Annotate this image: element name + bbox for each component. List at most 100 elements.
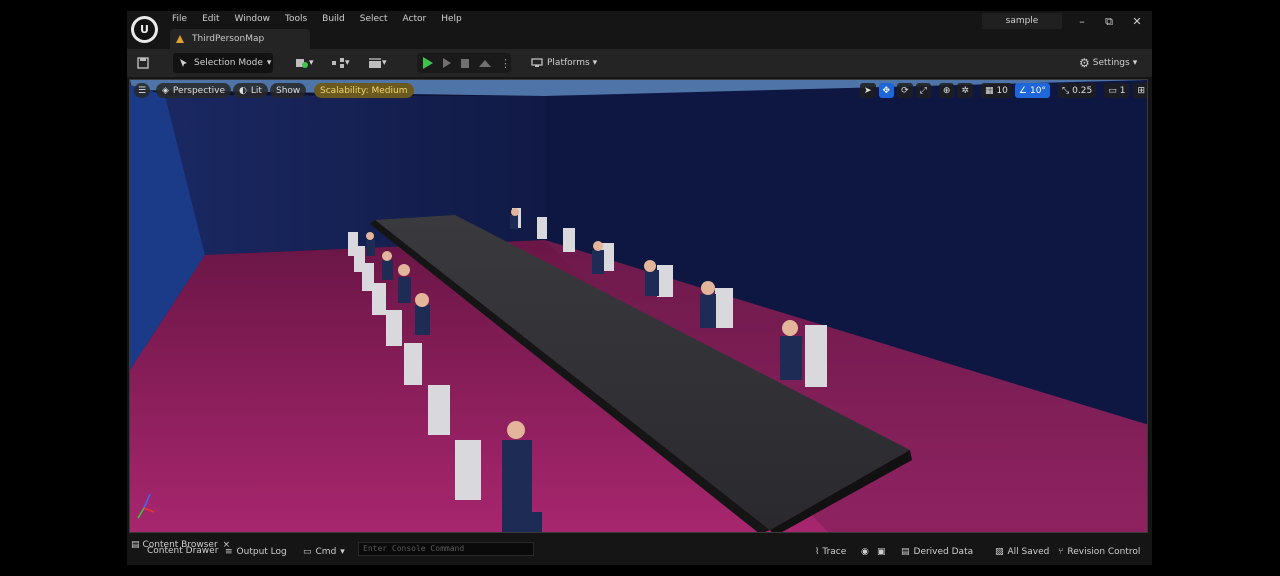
branch-icon: ⑂: [1058, 547, 1064, 557]
chevron-down-icon: ▾: [592, 58, 598, 68]
scale-snap-toggle[interactable]: ⤡ 0.25: [1057, 83, 1097, 98]
perspective-button[interactable]: ◈ Perspective: [156, 83, 232, 98]
angle-icon: ∠: [1018, 85, 1027, 96]
save-button[interactable]: [137, 53, 153, 73]
translate-tool-icon[interactable]: ✥: [878, 83, 895, 98]
menu-tools[interactable]: Tools: [285, 13, 307, 25]
rotation-snap-toggle[interactable]: ∠ 10°: [1014, 83, 1050, 98]
blueprint-button[interactable]: ▾: [331, 53, 357, 73]
menu-select[interactable]: Select: [360, 13, 388, 25]
derived-data-label: Derived Data: [913, 547, 974, 557]
lit-label: Lit: [250, 85, 262, 96]
cube-icon: ◈: [162, 85, 169, 96]
cinematics-button[interactable]: ▾: [368, 53, 394, 73]
derived-data-button[interactable]: ▤ Derived Data: [901, 543, 973, 561]
selection-mode-label: Selection Mode: [194, 58, 263, 68]
log-icon: ≡: [225, 547, 233, 557]
revision-control-button[interactable]: ⑂ Revision Control: [1058, 543, 1140, 561]
menu-edit[interactable]: Edit: [202, 13, 219, 25]
maximize-viewport-icon[interactable]: ⊞: [1133, 83, 1147, 98]
settings-dropdown[interactable]: ⚙ Settings ▾: [1079, 53, 1137, 73]
screenshot-button[interactable]: ▣: [877, 543, 886, 561]
scale-snap-value: 0.25: [1072, 85, 1093, 96]
camera-icon: ▭: [1108, 85, 1117, 96]
tab-label: ThirdPersonMap: [192, 34, 265, 44]
camera-speed-value: 1: [1119, 85, 1126, 96]
selection-mode-dropdown[interactable]: Selection Mode ▾: [173, 53, 273, 73]
add-actor-button[interactable]: ▾: [295, 53, 321, 73]
menu-bar: File Edit Window Tools Build Select Acto…: [172, 13, 477, 25]
grid-snap-value: 10: [996, 85, 1008, 96]
blueprint-icon: [332, 58, 344, 68]
trace-icon: ⌇: [815, 547, 820, 557]
chevron-down-icon: ▾: [1132, 58, 1138, 68]
gear-icon: ⚙: [1079, 56, 1090, 70]
scale-tool-icon[interactable]: ⤢: [915, 83, 931, 98]
view-mode-button[interactable]: ◐ Lit: [233, 83, 268, 98]
trace-button[interactable]: ⌇ Trace: [815, 543, 846, 561]
revision-control-label: Revision Control: [1067, 547, 1141, 557]
surface-snap-icon[interactable]: ✲: [957, 83, 973, 98]
platforms-label: Platforms: [547, 58, 590, 68]
rotate-tool-icon[interactable]: ⟳: [897, 83, 913, 98]
terminal-icon: ▭: [303, 547, 312, 557]
eject-icon[interactable]: [479, 59, 491, 67]
save-icon: [137, 57, 149, 69]
perspective-label: Perspective: [172, 85, 226, 96]
menu-window[interactable]: Window: [235, 13, 271, 25]
status-bar: ▤ Content Browser × Content Drawer ≡ Out…: [127, 538, 1152, 565]
world-space-icon[interactable]: ⊕: [938, 83, 955, 98]
select-tool-icon[interactable]: ➤: [860, 83, 876, 98]
content-drawer-button[interactable]: Content Drawer: [147, 544, 218, 558]
record-button[interactable]: ◉: [861, 543, 869, 561]
tab-third-person-map[interactable]: ThirdPersonMap: [170, 29, 310, 49]
grid-icon: ▦: [984, 85, 994, 96]
output-log-button[interactable]: ≡ Output Log: [225, 543, 287, 561]
minimize-button[interactable]: –: [1075, 15, 1089, 29]
chevron-down-icon: ▾: [382, 58, 387, 68]
trace-label: Trace: [822, 547, 847, 557]
platforms-icon: [531, 58, 543, 67]
clapperboard-icon: [369, 58, 381, 68]
platforms-dropdown[interactable]: Platforms ▾: [531, 53, 597, 73]
cmd-dropdown[interactable]: ▭ Cmd ▾: [303, 543, 345, 561]
grid-snap-toggle[interactable]: ▦ 10: [980, 83, 1012, 98]
stop-icon[interactable]: [461, 58, 469, 68]
folder-icon: ▤: [131, 540, 140, 550]
lit-sphere-icon: ◐: [239, 85, 247, 96]
scale-snap-icon: ⤡: [1061, 85, 1070, 96]
level-viewport[interactable]: ☰ ◈ Perspective ◐ Lit Show Scalability: …: [129, 79, 1148, 533]
unreal-logo-icon[interactable]: U: [131, 16, 158, 43]
console-input[interactable]: Enter Console Command: [358, 542, 534, 556]
title-bar: U File Edit Window Tools Build Select Ac…: [127, 11, 1152, 49]
chevron-down-icon: ▾: [345, 58, 350, 68]
advance-frame-icon[interactable]: [443, 58, 451, 68]
derived-data-icon: ▤: [901, 547, 910, 557]
content-drawer-label: Content Drawer: [147, 546, 219, 556]
scene-render: [130, 80, 1147, 532]
viewport-options-button[interactable]: ☰: [134, 83, 151, 98]
menu-build[interactable]: Build: [322, 13, 345, 25]
transform-tools: ➤ ✥ ⟳ ⤢ ⊕ ✲ ▦ 10 ∠ 10° ⤡ 0.25 ▭ 1 ⊞: [857, 83, 1147, 98]
menu-actor[interactable]: Actor: [403, 13, 427, 25]
show-label: Show: [270, 83, 307, 98]
chevron-down-icon: ▾: [309, 58, 314, 68]
save-status-icon: ▧: [995, 547, 1004, 557]
play-icon[interactable]: [423, 57, 433, 69]
scalability-label: Scalability: Medium: [314, 83, 414, 98]
close-button[interactable]: ✕: [1130, 15, 1144, 29]
camera-speed-button[interactable]: ▭ 1: [1104, 83, 1130, 98]
rotation-snap-value: 10°: [1029, 85, 1046, 96]
add-actor-icon: [296, 59, 308, 68]
chevron-down-icon: ▾: [340, 547, 345, 557]
menu-help[interactable]: Help: [441, 13, 462, 25]
scalability-badge[interactable]: Scalability: Medium: [314, 83, 414, 98]
all-saved-button[interactable]: ▧ All Saved: [995, 543, 1049, 561]
restore-button[interactable]: ⧉: [1102, 15, 1116, 29]
play-controls: ⋮: [417, 53, 511, 73]
cmd-label: Cmd: [315, 547, 337, 557]
menu-file[interactable]: File: [172, 13, 187, 25]
more-options-icon[interactable]: ⋮: [500, 57, 511, 70]
show-button[interactable]: Show: [270, 83, 307, 98]
settings-label: Settings: [1092, 58, 1130, 68]
